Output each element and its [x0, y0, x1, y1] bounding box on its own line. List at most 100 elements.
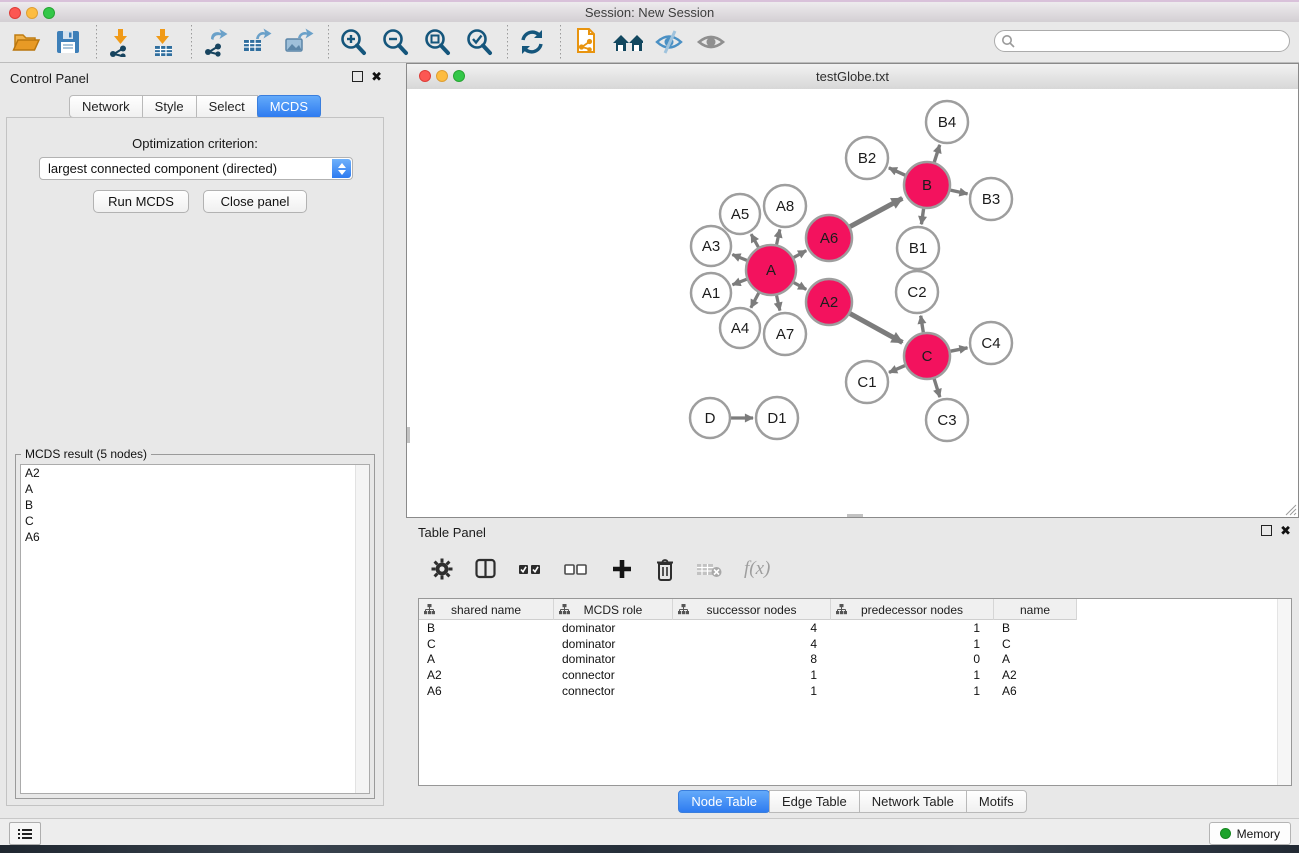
table-cell[interactable]: dominator	[554, 637, 673, 651]
eye-slash-icon[interactable]	[653, 26, 685, 58]
table-cell[interactable]: A2	[419, 668, 554, 682]
graph-node-A3[interactable]: A3	[691, 226, 731, 266]
close-panel-icon[interactable]: ✖	[371, 72, 382, 81]
network-canvas[interactable]: B4B2BB3A5A8A6A3B1AA1C2A2A4A7C4CC1DD1C3	[407, 89, 1298, 517]
graph-edge-C-C4[interactable]	[951, 348, 968, 351]
zoom-fit-icon[interactable]	[421, 26, 453, 58]
table-cell[interactable]: 4	[673, 621, 831, 635]
table-cell[interactable]: B	[994, 621, 1077, 635]
zoom-in-icon[interactable]	[337, 26, 369, 58]
tab-style[interactable]: Style	[142, 95, 197, 118]
graph-node-A[interactable]: A	[746, 245, 796, 295]
vertical-scroll-thumb[interactable]	[407, 427, 410, 443]
graph-edge-A-A5[interactable]	[751, 234, 758, 247]
import-table-icon[interactable]	[147, 26, 179, 58]
save-icon[interactable]	[52, 26, 84, 58]
graph-edge-C-C3[interactable]	[934, 379, 940, 397]
table-cell[interactable]: dominator	[554, 652, 673, 666]
graph-node-B4[interactable]: B4	[926, 101, 968, 143]
table-cell[interactable]: 1	[831, 637, 994, 651]
float-panel-icon[interactable]	[1261, 525, 1272, 536]
graph-edge-A-A8[interactable]	[777, 229, 780, 244]
graph-node-A5[interactable]: A5	[720, 194, 760, 234]
table-cell[interactable]: 1	[673, 668, 831, 682]
graph-node-A1[interactable]: A1	[691, 273, 731, 313]
graph-edge-A-A2[interactable]	[794, 283, 806, 290]
graph-node-D[interactable]: D	[690, 398, 730, 438]
graph-edge-A-A6[interactable]	[794, 251, 806, 258]
table-cell[interactable]: connector	[554, 668, 673, 682]
export-image-icon[interactable]	[284, 26, 316, 58]
graph-edge-B-B1[interactable]	[921, 209, 923, 224]
unchecked-boxes-icon[interactable]	[564, 557, 590, 581]
table-row[interactable]: Adominator80A	[419, 651, 1291, 667]
graph-node-A4[interactable]: A4	[720, 308, 760, 348]
table-cell[interactable]: 0	[831, 652, 994, 666]
zoom-selected-icon[interactable]	[463, 26, 495, 58]
graph-node-B[interactable]: B	[904, 162, 950, 208]
graph-edge-C-C1[interactable]	[889, 366, 905, 373]
graph-edge-A-A7[interactable]	[777, 295, 780, 310]
search-input[interactable]	[1015, 33, 1269, 49]
gear-icon[interactable]	[430, 557, 454, 581]
mcds-result-list[interactable]: A2ABCA6	[20, 464, 370, 794]
column-header-successor-nodes[interactable]: successor nodes	[673, 599, 831, 620]
graph-node-C[interactable]: C	[904, 333, 950, 379]
graph-node-C3[interactable]: C3	[926, 399, 968, 441]
network-file-icon[interactable]	[569, 26, 601, 58]
graph-edge-C-C2[interactable]	[921, 316, 924, 333]
table-cell[interactable]: A6	[994, 684, 1077, 698]
table-cell[interactable]: connector	[554, 684, 673, 698]
tab-network-table[interactable]: Network Table	[859, 790, 967, 813]
graph-node-B2[interactable]: B2	[846, 137, 888, 179]
graph-edge-A6-B[interactable]	[850, 198, 902, 226]
table-cell[interactable]: 1	[831, 668, 994, 682]
graph-node-A6[interactable]: A6	[806, 215, 852, 261]
mcds-result-item[interactable]: A6	[21, 529, 369, 545]
float-panel-icon[interactable]	[352, 71, 363, 82]
network-window-titlebar[interactable]: testGlobe.txt	[407, 64, 1298, 90]
table-row[interactable]: Bdominator41B	[419, 620, 1291, 636]
tab-select[interactable]: Select	[196, 95, 258, 118]
graph-node-C2[interactable]: C2	[896, 271, 938, 313]
node-table[interactable]: shared nameMCDS rolesuccessor nodesprede…	[418, 598, 1292, 786]
graph-edge-A-A1[interactable]	[732, 279, 746, 284]
scrollbar-track[interactable]	[1277, 599, 1291, 785]
graph-node-A8[interactable]: A8	[764, 185, 806, 227]
graph-edge-A-A4[interactable]	[751, 293, 759, 308]
graph-edge-A-A3[interactable]	[732, 255, 747, 261]
graph-edge-B-B3[interactable]	[950, 190, 967, 194]
graph-edge-A2-C[interactable]	[850, 314, 902, 343]
close-panel-button[interactable]: Close panel	[203, 190, 307, 213]
refresh-icon[interactable]	[516, 26, 548, 58]
columns-icon[interactable]	[474, 557, 498, 581]
tab-node-table[interactable]: Node Table	[678, 790, 770, 813]
column-header-shared-name[interactable]: shared name	[419, 599, 554, 620]
table-cell[interactable]: 1	[831, 621, 994, 635]
table-cell[interactable]: C	[419, 637, 554, 651]
table-cell[interactable]: A	[994, 652, 1077, 666]
zoom-out-icon[interactable]	[379, 26, 411, 58]
table-cell[interactable]: dominator	[554, 621, 673, 635]
criterion-dropdown[interactable]: largest connected component (directed)	[39, 157, 353, 180]
column-header-predecessor-nodes[interactable]: predecessor nodes	[831, 599, 994, 620]
tab-edge-table[interactable]: Edge Table	[769, 790, 860, 813]
graph-node-B3[interactable]: B3	[970, 178, 1012, 220]
plus-icon[interactable]	[610, 557, 634, 581]
tab-network[interactable]: Network	[69, 95, 143, 118]
open-folder-icon[interactable]	[10, 26, 42, 58]
tab-mcds[interactable]: MCDS	[257, 95, 321, 118]
table-cell[interactable]: B	[419, 621, 554, 635]
network-graph[interactable]: B4B2BB3A5A8A6A3B1AA1C2A2A4A7C4CC1DD1C3	[407, 89, 1298, 517]
memory-button[interactable]: Memory	[1209, 822, 1291, 845]
graph-node-C4[interactable]: C4	[970, 322, 1012, 364]
table-cell[interactable]: 1	[673, 684, 831, 698]
search-box[interactable]	[994, 30, 1290, 52]
graph-edge-B-B4[interactable]	[934, 145, 939, 162]
horizontal-scroll-thumb[interactable]	[847, 514, 863, 517]
graph-node-D1[interactable]: D1	[756, 397, 798, 439]
column-header-MCDS-role[interactable]: MCDS role	[554, 599, 673, 620]
mcds-result-item[interactable]: A2	[21, 465, 369, 481]
table-cell[interactable]: C	[994, 637, 1077, 651]
export-table-icon[interactable]	[242, 26, 274, 58]
